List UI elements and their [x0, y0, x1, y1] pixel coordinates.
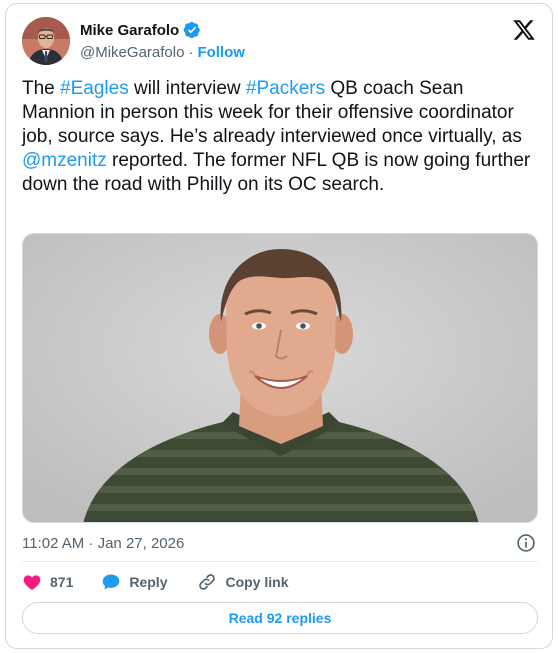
separator-dot: ·: [188, 44, 194, 61]
follow-button[interactable]: Follow: [197, 44, 245, 61]
reply-button[interactable]: Reply: [101, 572, 167, 592]
tweet-text-segment: The: [22, 78, 61, 99]
heart-icon: [23, 575, 41, 590]
read-replies-button[interactable]: Read 92 replies: [22, 602, 538, 634]
avatar-image: [22, 17, 70, 65]
hashtag-link-eagles[interactable]: #Eagles: [60, 78, 129, 99]
link-icon: [199, 574, 216, 590]
verified-badge-icon: [183, 21, 201, 39]
author-name-row: Mike Garafolo: [80, 21, 201, 39]
hashtag-link-packers[interactable]: #Packers: [246, 78, 325, 99]
mention-link-mzenitz[interactable]: @mzenitz: [22, 150, 107, 171]
copy-link-label: Copy link: [225, 574, 289, 590]
author-name[interactable]: Mike Garafolo: [80, 22, 179, 39]
reply-label: Reply: [129, 574, 168, 590]
divider: [22, 561, 538, 562]
tweet-actions: 871 Reply Copy link: [22, 570, 289, 594]
tweet-photo[interactable]: [22, 233, 538, 523]
x-logo-icon[interactable]: [512, 18, 536, 42]
tweet-text-segment: will interview: [128, 78, 246, 99]
like-count: 871: [50, 574, 74, 590]
author-handle-row: @MikeGarafolo · Follow: [80, 44, 245, 61]
portrait-photo-image: [23, 234, 537, 522]
reply-bubble-icon: [103, 574, 120, 590]
copy-link-button[interactable]: Copy link: [197, 572, 289, 592]
info-icon[interactable]: [516, 533, 536, 553]
tweet-text: The #Eagles will interview #Packers QB c…: [22, 77, 532, 197]
tweet-card: Mike Garafolo @MikeGarafolo · Follow The…: [5, 3, 553, 649]
tweet-timestamp[interactable]: 11:02 AM · Jan 27, 2026: [22, 535, 184, 552]
like-button[interactable]: 871: [22, 572, 73, 592]
author-handle[interactable]: @MikeGarafolo: [80, 44, 184, 61]
avatar[interactable]: [22, 17, 70, 65]
